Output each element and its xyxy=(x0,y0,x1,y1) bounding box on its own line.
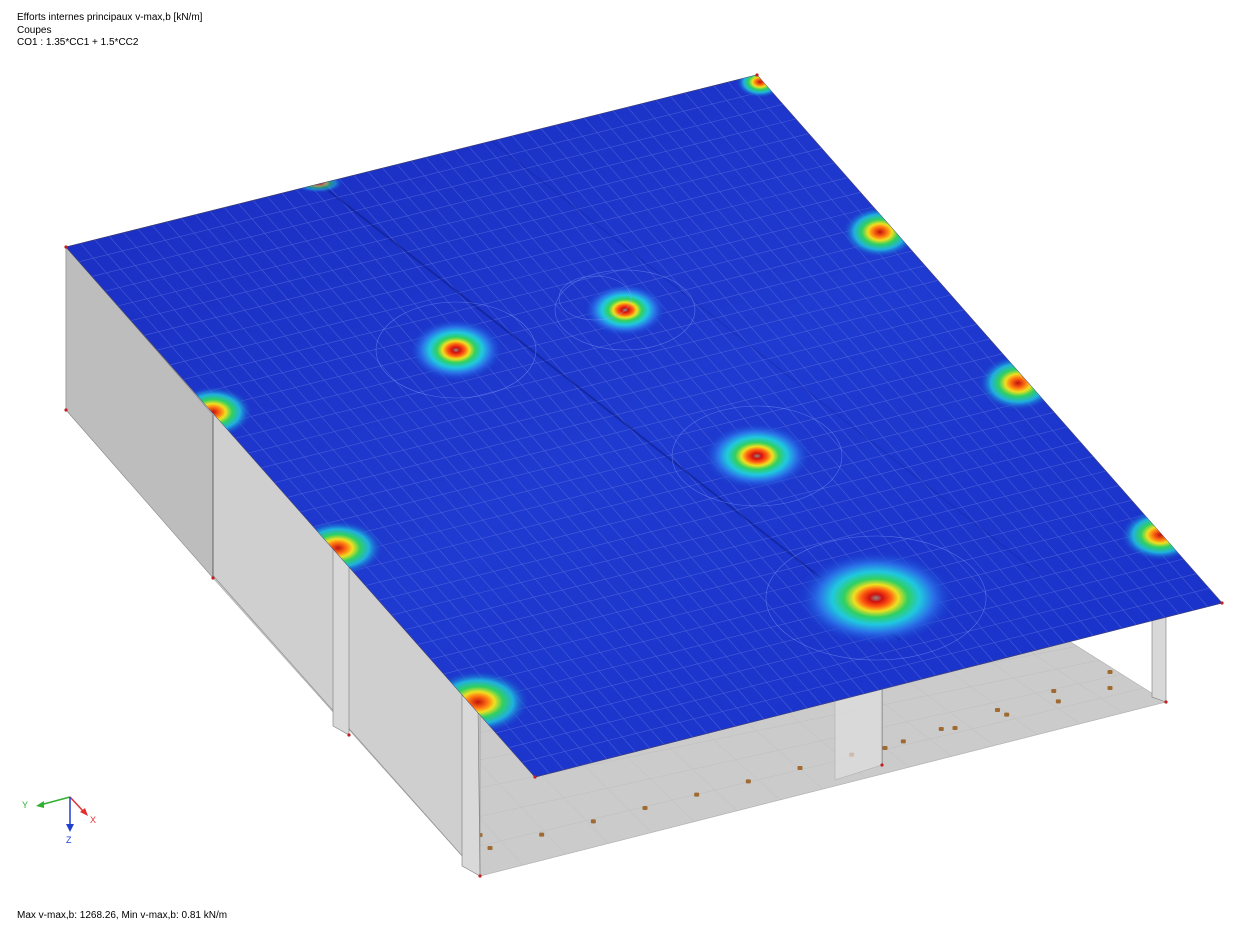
support-point xyxy=(590,819,596,824)
y-axis-arrow xyxy=(36,801,44,808)
model-viewport[interactable]: Y X Z xyxy=(0,0,1237,936)
support-point xyxy=(995,708,1000,712)
support-point xyxy=(1051,689,1057,693)
support-point xyxy=(900,739,906,744)
support-point xyxy=(694,792,700,797)
support-point xyxy=(745,779,751,784)
edge-hot-8 xyxy=(292,173,344,193)
support-point xyxy=(487,846,493,850)
hotspot-column-d xyxy=(796,550,956,646)
support-point xyxy=(882,746,888,750)
hotspot-column-a xyxy=(408,318,504,382)
support-point xyxy=(1004,712,1010,717)
edge-hot-4 xyxy=(842,206,918,258)
column-2 xyxy=(461,694,481,877)
z-axis-arrow xyxy=(66,824,74,832)
x-axis-line xyxy=(69,796,85,813)
support-point xyxy=(952,726,958,730)
x-axis-label: X xyxy=(90,815,96,825)
support-point xyxy=(938,727,944,731)
z-axis-label: Z xyxy=(66,835,72,845)
y-axis-line xyxy=(39,796,71,806)
column-1 xyxy=(332,544,350,736)
support-point xyxy=(642,806,648,810)
support-point xyxy=(1055,699,1061,704)
hotspot-column-c xyxy=(702,422,812,490)
support-point xyxy=(1107,670,1113,674)
support-point xyxy=(1107,686,1113,690)
edge-hot-7 xyxy=(736,75,784,98)
y-axis-label: Y xyxy=(22,800,28,810)
axis-triad: Y X Z xyxy=(22,796,96,845)
edge-hot-6 xyxy=(1120,509,1200,561)
support-point xyxy=(539,832,545,837)
support-point xyxy=(797,766,803,770)
result-summary: Max v-max,b: 1268.26, Min v-max,b: 0.81 … xyxy=(17,910,228,921)
